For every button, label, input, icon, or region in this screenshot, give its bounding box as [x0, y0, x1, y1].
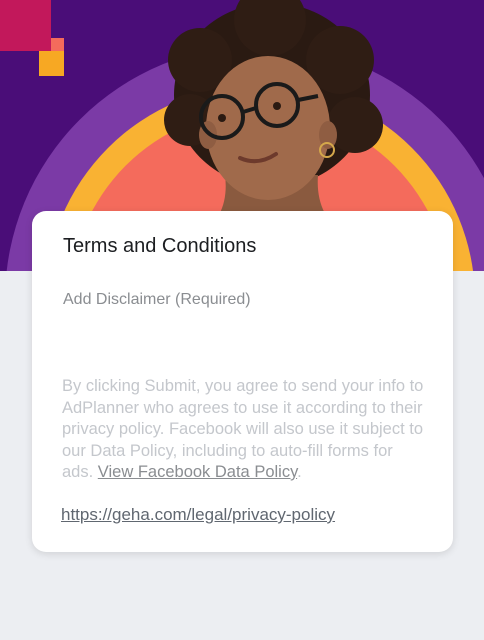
legal-tail: .: [297, 463, 302, 481]
card-title: Terms and Conditions: [63, 235, 257, 257]
privacy-policy-link[interactable]: https://geha.com/legal/privacy-policy: [61, 505, 335, 525]
decorative-square-pink: [0, 0, 51, 51]
legal-text: By clicking Submit, you agree to send yo…: [62, 376, 427, 484]
terms-card: Terms and Conditions Add Disclaimer (Req…: [32, 211, 453, 552]
decorative-square-small: [51, 38, 64, 51]
data-policy-link[interactable]: View Facebook Data Policy: [98, 463, 297, 481]
disclaimer-label: Add Disclaimer (Required): [63, 291, 251, 308]
decorative-square-orange: [39, 51, 64, 76]
